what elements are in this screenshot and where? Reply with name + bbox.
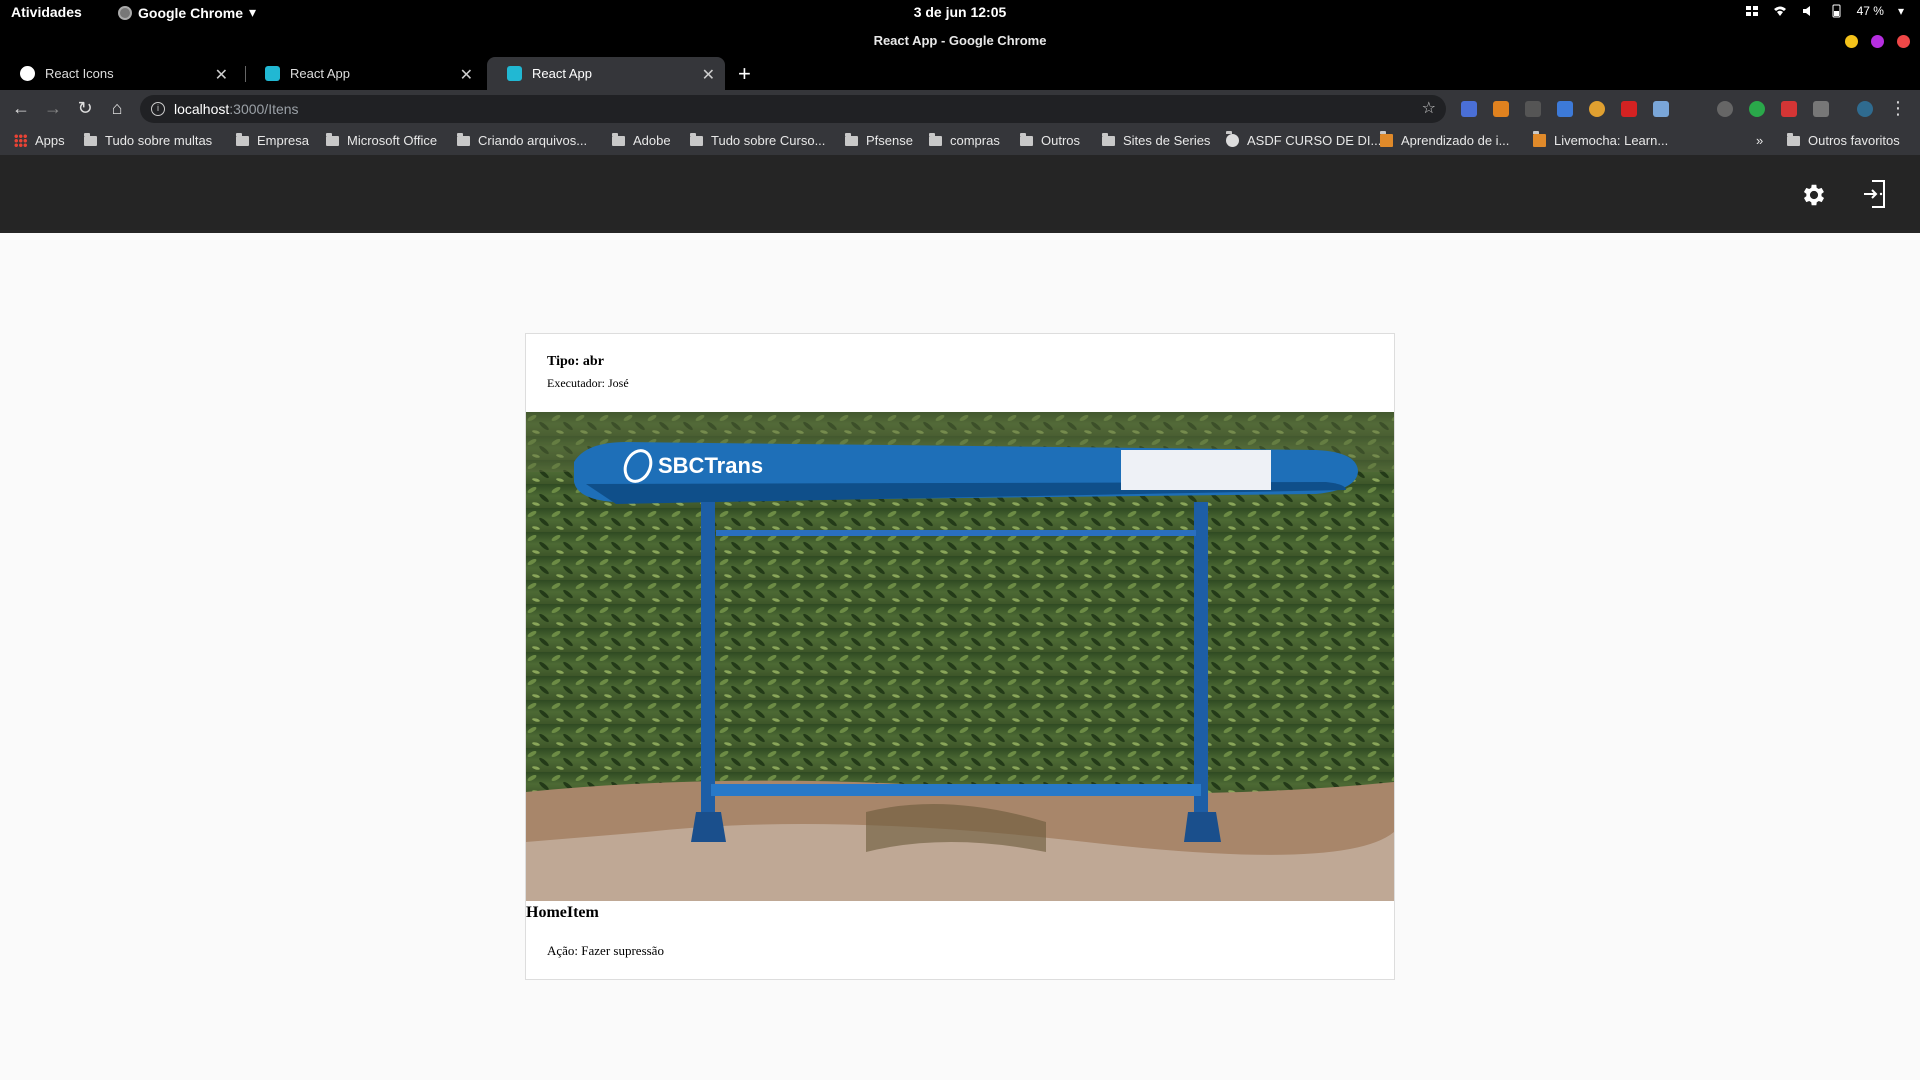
logout-icon[interactable] xyxy=(1862,179,1888,209)
menu-kebab-icon[interactable]: ⋮ xyxy=(1887,98,1909,119)
bookmark-folder[interactable]: Tudo sobre multas xyxy=(84,132,212,148)
close-tab-icon[interactable]: ✕ xyxy=(215,65,228,85)
window-title-bar: React App - Google Chrome xyxy=(0,27,1920,57)
extension-icon[interactable] xyxy=(1717,101,1733,117)
extension-icon[interactable] xyxy=(1653,101,1669,117)
bookmark-star-icon[interactable]: ☆ xyxy=(1422,95,1436,123)
extension-icon[interactable] xyxy=(1749,101,1765,117)
extension-icon[interactable] xyxy=(1781,101,1797,117)
extension-icon[interactable] xyxy=(1813,101,1829,117)
window-controls xyxy=(1845,35,1910,48)
new-tab-button[interactable]: + xyxy=(738,61,751,87)
bookmark-folder[interactable]: Criando arquivos... xyxy=(457,132,587,148)
volume-icon[interactable] xyxy=(1801,4,1815,18)
bookmark-folder[interactable]: Empresa xyxy=(236,132,309,148)
bookmark-folder[interactable]: compras xyxy=(929,132,1000,148)
tab-strip: React Icons ✕ React App ✕ React App ✕ + xyxy=(0,57,1920,90)
item-executor: Executador: José xyxy=(547,376,629,390)
layout-icon[interactable] xyxy=(1745,4,1759,18)
livemocha-icon xyxy=(1380,131,1393,147)
shelter-brand-text: SBCTrans xyxy=(658,453,763,478)
window-title: React App - Google Chrome xyxy=(873,33,1047,48)
profile-avatar[interactable] xyxy=(1857,101,1873,117)
tab-react-icons[interactable]: React Icons ✕ xyxy=(0,57,238,90)
item-type: Tipo: abr xyxy=(547,354,604,369)
system-top-bar: Atividades Google Chrome ▾ 3 de jun 12:0… xyxy=(0,0,1920,27)
bookmark-folder[interactable]: Pfsense xyxy=(845,132,913,148)
download-extension-icon[interactable] xyxy=(1493,101,1509,117)
battery-percent: 47 % xyxy=(1856,4,1884,18)
folder-icon xyxy=(1020,132,1033,146)
react-icon xyxy=(507,66,522,81)
gear-icon[interactable] xyxy=(1800,181,1828,209)
folder-icon xyxy=(326,132,339,146)
item-card: Tipo: abr Executador: José SBCTrans Home… xyxy=(525,333,1395,980)
extension-icon[interactable] xyxy=(1589,101,1605,117)
info-icon[interactable]: i xyxy=(151,102,165,116)
bus-shelter-photo: SBCTrans xyxy=(526,412,1394,901)
address-bar[interactable]: i localhost:3000/Itens ☆ xyxy=(140,95,1446,123)
close-window-button[interactable] xyxy=(1897,35,1910,48)
bookmark-other-folder[interactable]: Outros favoritos xyxy=(1787,132,1900,148)
battery-icon[interactable] xyxy=(1829,4,1843,18)
system-tray[interactable]: 47 % ▾ xyxy=(1745,4,1904,18)
folder-icon xyxy=(690,132,703,146)
url-path: :3000/Itens xyxy=(229,101,299,117)
close-tab-icon[interactable]: ✕ xyxy=(460,65,473,85)
folder-icon xyxy=(84,132,97,146)
bookmark-folder[interactable]: Adobe xyxy=(612,132,671,148)
bookmark-folder[interactable]: Outros xyxy=(1020,132,1080,148)
tab-label: React App xyxy=(532,66,592,81)
tab-react-app-active[interactable]: React App ✕ xyxy=(487,57,725,90)
item-title: HomeItem xyxy=(526,904,599,921)
livemocha-icon xyxy=(1533,131,1546,147)
apps-grid-icon xyxy=(14,134,27,147)
folder-icon xyxy=(236,132,249,146)
globe-icon xyxy=(1226,131,1239,147)
url-host: localhost xyxy=(174,101,230,117)
clock[interactable]: 3 de jun 12:05 xyxy=(0,4,1920,20)
bookmark-folder[interactable]: Tudo sobre Curso... xyxy=(690,132,825,148)
folder-icon xyxy=(612,132,625,146)
minimize-button[interactable] xyxy=(1845,35,1858,48)
close-tab-icon[interactable]: ✕ xyxy=(702,65,715,85)
bookmark-link[interactable]: Livemocha: Learn... xyxy=(1533,131,1668,148)
tab-label: React App xyxy=(290,66,350,81)
caret-down-icon[interactable]: ▾ xyxy=(1898,4,1904,18)
bookmark-folder[interactable]: Sites de Series xyxy=(1102,132,1210,148)
back-button[interactable]: ← xyxy=(10,98,32,119)
forward-button[interactable]: → xyxy=(42,98,64,119)
tab-label: React Icons xyxy=(45,66,114,81)
extension-icon[interactable] xyxy=(1557,101,1573,117)
folder-icon xyxy=(845,132,858,146)
adblock-extension-icon[interactable] xyxy=(1621,101,1637,117)
browser-toolbar: ← → ↻ ⌂ i localhost:3000/Itens ☆ ⋮ xyxy=(0,90,1920,128)
maximize-button[interactable] xyxy=(1871,35,1884,48)
folder-icon xyxy=(1787,132,1800,146)
globe-icon xyxy=(20,66,35,81)
bookmark-link[interactable]: Aprendizado de i... xyxy=(1380,131,1509,148)
folder-icon xyxy=(1102,132,1115,146)
wifi-icon[interactable] xyxy=(1773,4,1787,18)
folder-icon xyxy=(929,132,942,146)
react-icon xyxy=(265,66,280,81)
tab-react-app[interactable]: React App ✕ xyxy=(245,57,483,90)
extension-icon[interactable] xyxy=(1525,101,1541,117)
home-button[interactable]: ⌂ xyxy=(106,98,128,119)
bookmarks-overflow-button[interactable]: » xyxy=(1756,133,1763,148)
reload-button[interactable]: ↻ xyxy=(74,98,96,119)
app-header xyxy=(0,155,1920,233)
bookmark-link[interactable]: ASDF CURSO DE DI... xyxy=(1226,131,1381,148)
item-action: Ação: Fazer supressão xyxy=(547,943,664,958)
bookmark-apps[interactable]: Apps xyxy=(14,133,65,148)
bookmark-folder[interactable]: Microsoft Office xyxy=(326,132,437,148)
bookmarks-bar: Apps Tudo sobre multas Empresa Microsoft… xyxy=(0,128,1920,155)
translate-extension-icon[interactable] xyxy=(1461,101,1477,117)
folder-icon xyxy=(457,132,470,146)
